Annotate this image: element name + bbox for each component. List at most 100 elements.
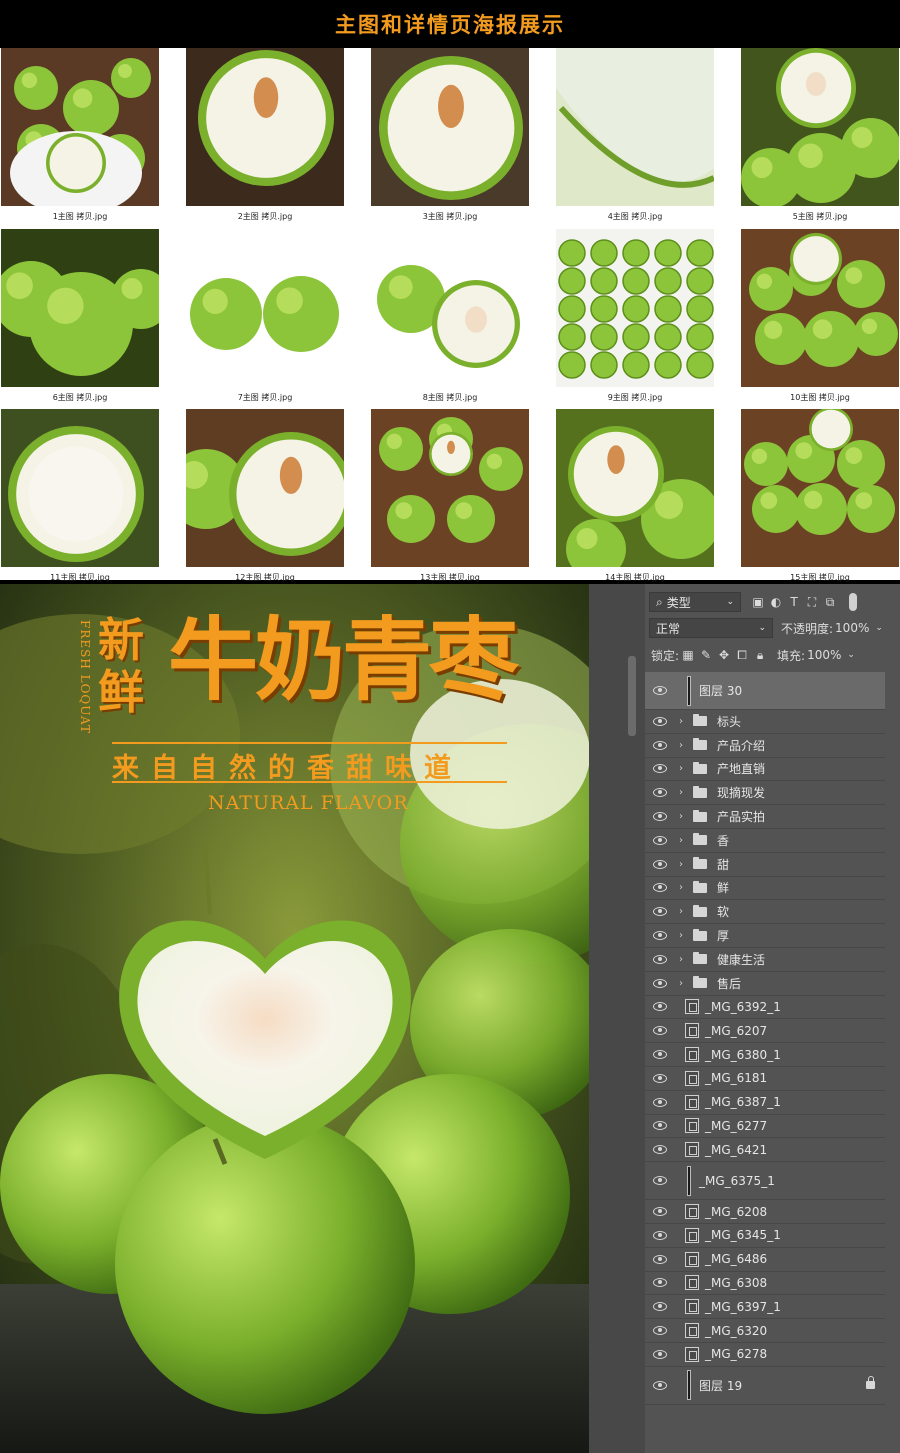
visibility-eye-icon[interactable] [653, 1349, 667, 1359]
visibility-eye-icon[interactable] [653, 716, 667, 726]
visibility-eye-icon[interactable] [653, 1326, 667, 1336]
chevron-down-icon[interactable]: ⌄ [875, 623, 883, 633]
visibility-eye-icon[interactable] [653, 1145, 667, 1155]
chevron-right-icon[interactable]: › [679, 882, 689, 893]
visibility-eye-icon[interactable] [653, 907, 667, 917]
chevron-right-icon[interactable]: › [679, 811, 689, 822]
thumbnail-image[interactable] [1, 48, 159, 206]
visibility-eye-icon[interactable] [653, 978, 667, 988]
layer-row[interactable]: _MG_6320 [645, 1319, 885, 1343]
layer-group-row[interactable]: › 甜 [645, 852, 885, 877]
visibility-eye-icon[interactable] [653, 788, 667, 798]
visibility-eye-icon[interactable] [653, 859, 667, 869]
visibility-eye-icon[interactable] [653, 1230, 667, 1240]
chevron-right-icon[interactable]: › [679, 763, 689, 774]
visibility-eye-icon[interactable] [653, 835, 667, 845]
thumbnail-image[interactable] [1, 409, 159, 567]
layer-row[interactable]: _MG_6277 [645, 1114, 885, 1139]
adjustment-filter-icon[interactable]: ◐ [767, 593, 785, 611]
thumbnail-image[interactable] [741, 229, 899, 387]
layer-row[interactable]: _MG_6208 [645, 1200, 885, 1224]
layer-row[interactable]: _MG_6181 [645, 1067, 885, 1091]
layer-row[interactable]: _MG_6207 [645, 1019, 885, 1044]
thumbnail-image[interactable] [186, 48, 344, 206]
blend-mode-select[interactable]: 正常 ⌄ [649, 618, 773, 638]
chevron-right-icon[interactable]: › [679, 859, 689, 870]
thumbnail-image[interactable] [1, 229, 159, 387]
smart-object-filter-icon[interactable]: ⧉ [821, 593, 839, 611]
chevron-right-icon[interactable]: › [679, 978, 689, 989]
thumbnail-image[interactable] [371, 48, 529, 206]
thumbnail-image[interactable] [741, 409, 899, 567]
chevron-right-icon[interactable]: › [679, 787, 689, 798]
visibility-eye-icon[interactable] [653, 1254, 667, 1264]
layer-group-row[interactable]: › 售后 [645, 971, 885, 996]
layer-row[interactable]: _MG_6486 [645, 1247, 885, 1272]
visibility-eye-icon[interactable] [653, 764, 667, 774]
visibility-eye-icon[interactable] [653, 1302, 667, 1312]
layer-group-row[interactable]: › 产品实拍 [645, 805, 885, 829]
chevron-down-icon[interactable]: ⌄ [847, 650, 855, 660]
chevron-right-icon[interactable]: › [679, 930, 689, 941]
thumbnail-image[interactable] [186, 409, 344, 567]
filter-toggle-switch[interactable] [849, 593, 857, 611]
visibility-eye-icon[interactable] [653, 740, 667, 750]
thumbnail-image[interactable] [371, 409, 529, 567]
thumbnail-image[interactable] [371, 229, 529, 387]
layer-group-row[interactable]: › 产地直销 [645, 757, 885, 782]
scrollbar-thumb[interactable] [628, 656, 636, 736]
lock-transparent-icon[interactable]: ▦ [679, 646, 697, 664]
thumbnail-image[interactable] [556, 229, 714, 387]
thumbnail-image[interactable] [556, 409, 714, 567]
visibility-eye-icon[interactable] [653, 1097, 667, 1107]
layer-row[interactable]: _MG_6421 [645, 1138, 885, 1163]
chevron-right-icon[interactable]: › [679, 835, 689, 846]
chevron-right-icon[interactable]: › [679, 716, 689, 727]
layer-group-row[interactable]: › 鲜 [645, 876, 885, 901]
visibility-eye-icon[interactable] [653, 1207, 667, 1217]
layer-row[interactable]: _MG_6308 [645, 1271, 885, 1296]
lock-artboard-icon[interactable]: ⧠ [733, 646, 751, 664]
lock-move-icon[interactable]: ✥ [715, 646, 733, 664]
thumbnail-image[interactable] [186, 229, 344, 387]
visibility-eye-icon[interactable] [653, 931, 667, 941]
lock-paint-icon[interactable]: ✎ [697, 646, 715, 664]
layer-group-row[interactable]: › 香 [645, 829, 885, 853]
visibility-eye-icon[interactable] [653, 954, 667, 964]
layer-group-row[interactable]: › 标头 [645, 710, 885, 734]
visibility-eye-icon[interactable] [653, 1026, 667, 1036]
layer-group-row[interactable]: › 软 [645, 900, 885, 925]
layer-row[interactable]: _MG_6375_1 [645, 1162, 885, 1201]
layer-group-row[interactable]: › 健康生活 [645, 948, 885, 972]
layer-row[interactable]: _MG_6392_1 [645, 995, 885, 1020]
layer-row[interactable]: _MG_6380_1 [645, 1043, 885, 1067]
visibility-eye-icon[interactable] [653, 1380, 667, 1390]
type-filter-icon[interactable]: T [785, 593, 803, 611]
visibility-eye-icon[interactable] [653, 1002, 667, 1012]
layer-group-row[interactable]: › 厚 [645, 924, 885, 948]
layer-group-row[interactable]: › 产品介绍 [645, 733, 885, 758]
opacity-value[interactable]: 100% [835, 621, 869, 635]
chevron-right-icon[interactable]: › [679, 954, 689, 965]
visibility-eye-icon[interactable] [653, 1176, 667, 1186]
layer-row[interactable]: 图层 30 [645, 672, 885, 710]
filter-kind-select[interactable]: ⌕ 类型 ⌄ [649, 592, 741, 612]
layer-row[interactable]: _MG_6345_1 [645, 1224, 885, 1248]
thumbnail-image[interactable] [556, 48, 714, 206]
chevron-right-icon[interactable]: › [679, 740, 689, 751]
visibility-eye-icon[interactable] [653, 812, 667, 822]
chevron-right-icon[interactable]: › [679, 906, 689, 917]
layer-group-row[interactable]: › 现摘现发 [645, 781, 885, 806]
shape-filter-icon[interactable]: ⛶ [803, 593, 821, 611]
layer-row[interactable]: _MG_6387_1 [645, 1090, 885, 1115]
thumbnail-image[interactable] [741, 48, 899, 206]
visibility-eye-icon[interactable] [653, 1050, 667, 1060]
lock-all-icon[interactable]: 🔒︎ [751, 646, 769, 664]
image-filter-icon[interactable]: ▣ [749, 593, 767, 611]
fill-value[interactable]: 100% [807, 648, 841, 662]
visibility-eye-icon[interactable] [653, 686, 667, 695]
layer-row[interactable]: 图层 19 [645, 1366, 885, 1405]
visibility-eye-icon[interactable] [653, 1073, 667, 1083]
layer-row[interactable]: _MG_6278 [645, 1343, 885, 1367]
visibility-eye-icon[interactable] [653, 1278, 667, 1288]
